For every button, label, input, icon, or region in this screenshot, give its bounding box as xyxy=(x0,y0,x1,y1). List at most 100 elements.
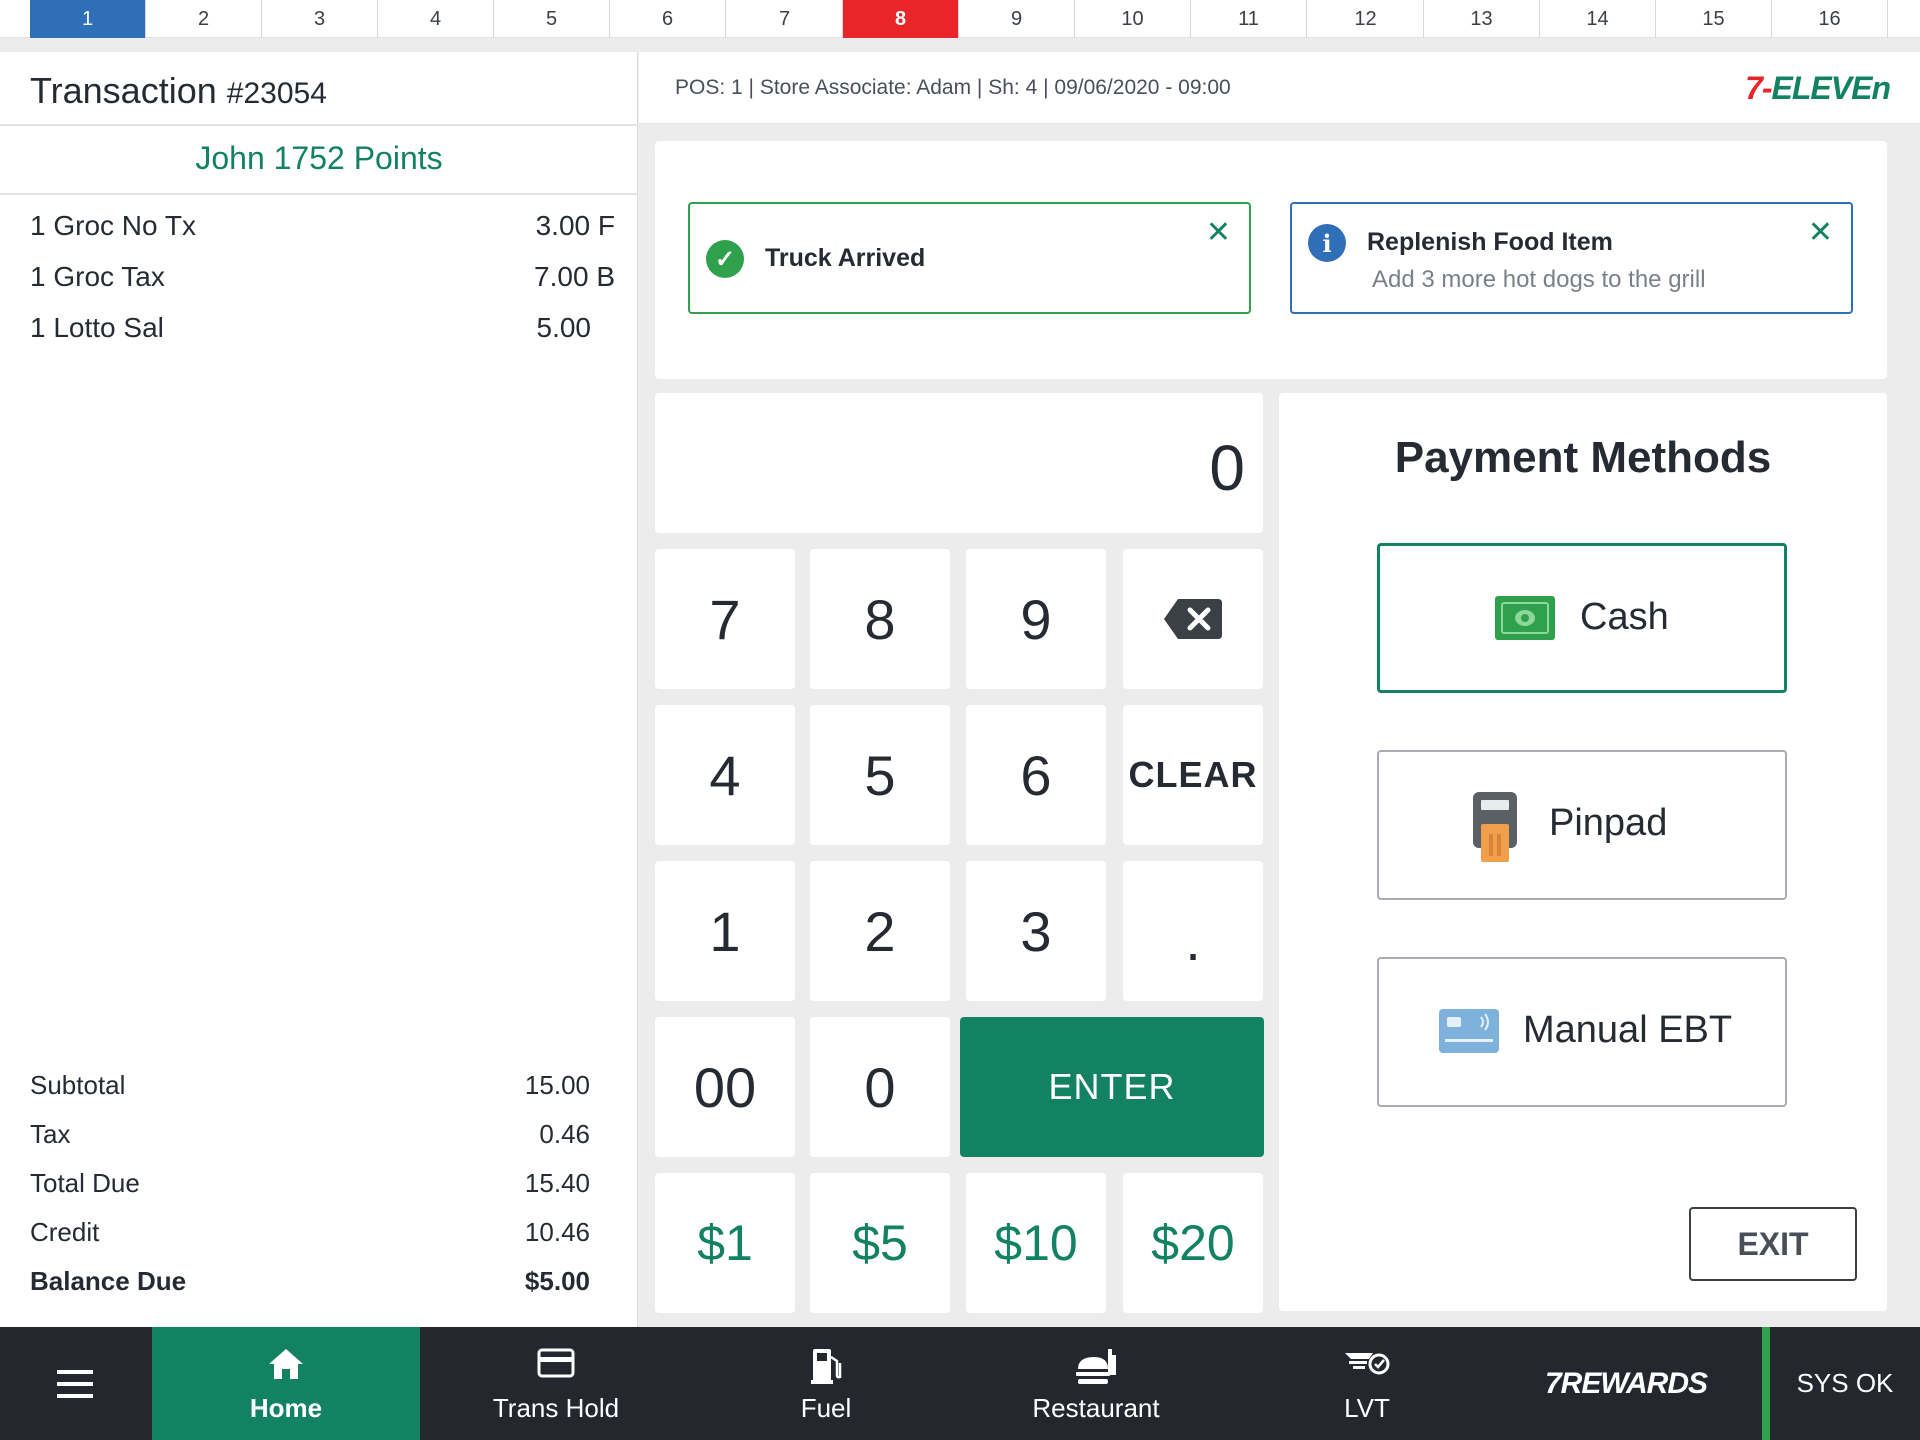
system-status[interactable]: SYS OK xyxy=(1770,1327,1920,1440)
pos-tab-4[interactable]: 4 xyxy=(378,0,494,38)
cash-icon xyxy=(1495,596,1555,640)
nav-lvt[interactable]: LVT xyxy=(1232,1327,1502,1440)
fuel-pump-icon xyxy=(811,1349,842,1384)
pos-tab-10[interactable]: 10 xyxy=(1075,0,1191,38)
rewards-logo[interactable]: 7REWARDS xyxy=(1545,1367,1708,1401)
customer-name: John xyxy=(195,140,265,176)
line-item-name: 1 Groc Tax xyxy=(30,261,165,292)
key-decimal[interactable]: . xyxy=(1123,861,1263,1001)
line-item[interactable]: 1 Groc Tax 7.00 B xyxy=(30,261,615,301)
manual-ebt-label: Manual EBT xyxy=(1523,1009,1733,1051)
lvt-icon xyxy=(1345,1353,1390,1375)
key-7[interactable]: 7 xyxy=(655,549,795,689)
cash-button[interactable]: Cash xyxy=(1377,543,1787,693)
nav-label: Home xyxy=(249,1393,323,1423)
key-5[interactable]: 5 xyxy=(810,705,950,845)
pos-tab-16[interactable]: 16 xyxy=(1772,0,1888,38)
amount-display: 0 xyxy=(655,393,1263,533)
key-2[interactable]: 2 xyxy=(810,861,950,1001)
manual-ebt-button[interactable]: Manual EBT xyxy=(1377,957,1787,1107)
summary-balance-due: Balance Due $5.00 xyxy=(30,1266,590,1302)
close-icon[interactable]: ✕ xyxy=(1206,218,1231,248)
quick-cash-10[interactable]: $10 xyxy=(966,1173,1106,1313)
pos-tab-bar: 1 2 3 4 5 6 7 8 9 10 11 12 13 14 15 16 xyxy=(0,0,1920,38)
nav-label: Restaurant xyxy=(1032,1393,1160,1423)
close-icon[interactable]: ✕ xyxy=(1808,218,1833,248)
divider xyxy=(0,124,638,126)
pos-tab-11[interactable]: 11 xyxy=(1191,0,1307,38)
pos-tab-6[interactable]: 6 xyxy=(610,0,726,38)
clear-button[interactable]: CLEAR xyxy=(1123,705,1263,845)
pos-tab-9[interactable]: 9 xyxy=(959,0,1075,38)
info-circle-icon: i xyxy=(1308,224,1346,262)
nav-label: Fuel xyxy=(800,1393,852,1423)
exit-button[interactable]: EXIT xyxy=(1689,1207,1857,1281)
notification-area: ✓ Truck Arrived ✕ i Replenish Food Item … xyxy=(655,141,1887,379)
summary-label: Tax xyxy=(30,1119,71,1149)
notification-title: Truck Arrived xyxy=(765,244,926,272)
pos-tab-15[interactable]: 15 xyxy=(1656,0,1772,38)
key-9[interactable]: 9 xyxy=(966,549,1106,689)
transaction-title-label: Transaction xyxy=(30,70,217,111)
nav-home[interactable]: Home xyxy=(152,1327,420,1440)
amount-value: 0 xyxy=(1209,432,1245,504)
menu-button[interactable] xyxy=(0,1327,150,1440)
key-8[interactable]: 8 xyxy=(810,549,950,689)
customer-info[interactable]: John 1752 Points xyxy=(0,140,638,177)
key-3[interactable]: 3 xyxy=(966,861,1106,1001)
key-4[interactable]: 4 xyxy=(655,705,795,845)
backspace-button[interactable] xyxy=(1123,549,1263,689)
divider xyxy=(0,193,638,195)
summary-label: Total Due xyxy=(30,1168,140,1198)
transaction-number: #23054 xyxy=(226,77,327,110)
pinpad-label: Pinpad xyxy=(1549,802,1668,844)
notification-truck-arrived[interactable]: ✓ Truck Arrived ✕ xyxy=(688,202,1251,314)
transaction-title: Transaction #23054 xyxy=(30,70,327,112)
nav-label: Trans Hold xyxy=(492,1393,620,1423)
nav-fuel[interactable]: Fuel xyxy=(692,1327,960,1440)
seven-eleven-logo: 7-ELEVEn xyxy=(1745,70,1891,107)
key-00[interactable]: 00 xyxy=(655,1017,795,1157)
quick-cash-20[interactable]: $20 xyxy=(1123,1173,1263,1313)
customer-points: 1752 Points xyxy=(273,140,443,176)
line-item-name: 1 Groc No Tx xyxy=(30,210,196,241)
summary-value: 15.00 xyxy=(524,1070,590,1100)
line-item[interactable]: 1 Lotto Sal 5.00 xyxy=(30,312,615,352)
payment-methods-title: Payment Methods xyxy=(1394,433,1772,482)
quick-cash-5[interactable]: $5 xyxy=(810,1173,950,1313)
key-6[interactable]: 6 xyxy=(966,705,1106,845)
check-circle-icon: ✓ xyxy=(706,240,744,278)
pos-tab-1[interactable]: 1 xyxy=(30,0,146,38)
enter-button[interactable]: ENTER xyxy=(960,1017,1264,1157)
home-icon xyxy=(269,1349,303,1379)
pos-tab-12[interactable]: 12 xyxy=(1308,0,1424,38)
summary-label: Credit xyxy=(30,1217,100,1247)
line-item-name: 1 Lotto Sal xyxy=(30,312,164,343)
line-item-price: 3.00 F xyxy=(535,210,615,241)
summary-value: 15.40 xyxy=(524,1168,590,1198)
notification-replenish[interactable]: i Replenish Food Item Add 3 more hot dog… xyxy=(1290,202,1853,314)
status-indicator xyxy=(1762,1327,1770,1440)
quick-cash-1[interactable]: $1 xyxy=(655,1173,795,1313)
summary-total-due: Total Due 15.40 xyxy=(30,1168,590,1204)
pos-tab-8[interactable]: 8 xyxy=(843,0,959,38)
pos-tab-13[interactable]: 13 xyxy=(1424,0,1540,38)
summary-credit: Credit 10.46 xyxy=(30,1217,590,1253)
pos-tab-2[interactable]: 2 xyxy=(146,0,262,38)
nav-restaurant[interactable]: Restaurant xyxy=(960,1327,1232,1440)
key-1[interactable]: 1 xyxy=(655,861,795,1001)
pos-tab-7[interactable]: 7 xyxy=(727,0,843,38)
food-icon xyxy=(1076,1349,1116,1384)
line-item[interactable]: 1 Groc No Tx 3.00 F xyxy=(30,210,615,250)
pos-header: POS: 1 | Store Associate: Adam | Sh: 4 |… xyxy=(639,52,1920,124)
pos-info: POS: 1 | Store Associate: Adam | Sh: 4 |… xyxy=(675,76,1231,99)
logo-prefix: 7- xyxy=(1745,70,1772,106)
pos-tab-3[interactable]: 3 xyxy=(262,0,378,38)
pos-tab-5[interactable]: 5 xyxy=(494,0,610,38)
pinpad-button[interactable]: Pinpad xyxy=(1377,750,1787,900)
pos-tab-14[interactable]: 14 xyxy=(1540,0,1656,38)
summary-label: Balance Due xyxy=(30,1266,187,1296)
nav-trans-hold[interactable]: Trans Hold xyxy=(420,1327,692,1440)
summary-label: Subtotal xyxy=(30,1070,126,1100)
key-0[interactable]: 0 xyxy=(810,1017,950,1157)
